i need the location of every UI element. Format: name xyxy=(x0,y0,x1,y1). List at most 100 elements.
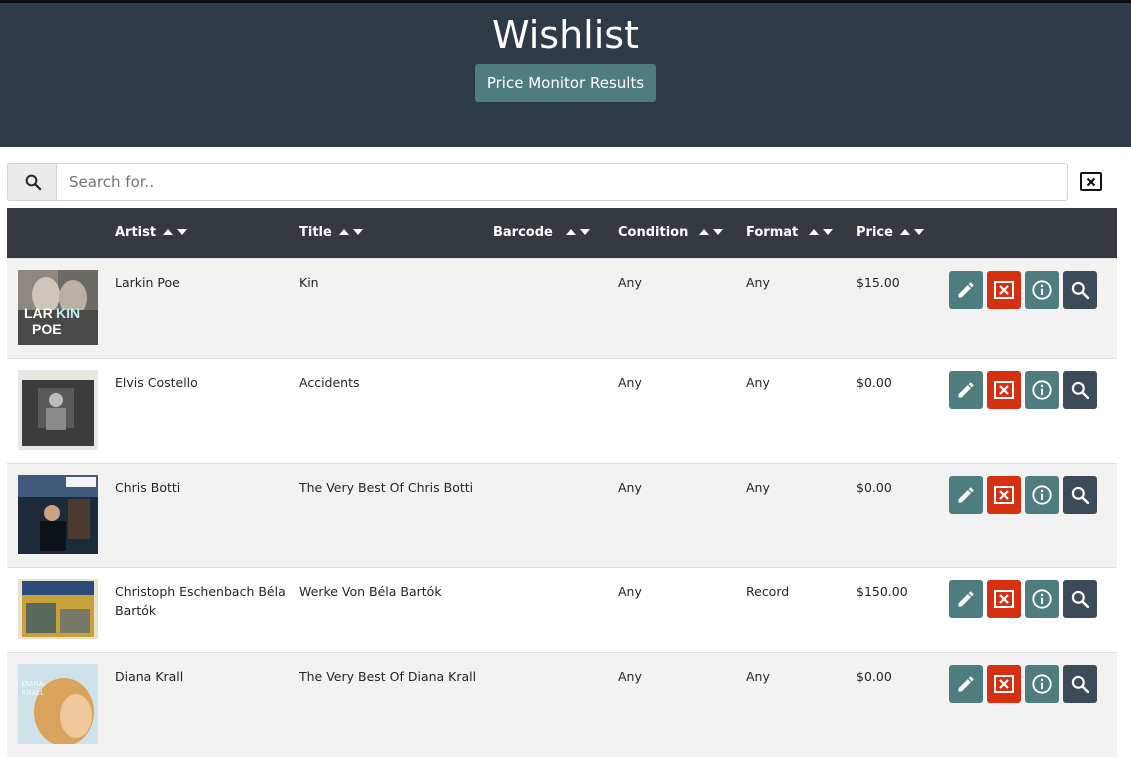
column-header-title[interactable]: Title xyxy=(299,208,493,258)
search-icon xyxy=(7,163,57,201)
cell-barcode xyxy=(493,567,618,652)
close-box-icon xyxy=(994,280,1014,299)
album-cover xyxy=(18,474,115,554)
wishlist-table: Artist Title Barcode Condition Format Pr… xyxy=(7,208,1117,757)
pencil-icon xyxy=(958,590,974,606)
page-header: Wishlist Price Monitor Results xyxy=(0,3,1131,147)
cell-condition: Any xyxy=(618,274,642,290)
cell-price: $15.00 xyxy=(856,274,900,290)
cell-condition: Any xyxy=(618,479,642,495)
sort-arrows-icon[interactable] xyxy=(338,225,364,240)
delete-button[interactable] xyxy=(987,475,1021,514)
sort-arrows-icon[interactable] xyxy=(162,225,188,240)
info-icon xyxy=(1032,379,1052,400)
svg-text:DIANA: DIANA xyxy=(22,681,44,688)
lookup-button[interactable] xyxy=(1063,370,1097,409)
cell-condition: Any xyxy=(618,374,642,390)
cell-barcode xyxy=(493,358,618,463)
table-row: Chris Botti The Very Best Of Chris Botti… xyxy=(7,463,1117,567)
edit-button[interactable] xyxy=(949,475,983,514)
info-button[interactable] xyxy=(1025,370,1059,409)
info-icon xyxy=(1032,673,1052,694)
cell-format: Any xyxy=(746,274,770,290)
edit-button[interactable] xyxy=(949,270,983,309)
cell-title: The Very Best Of Chris Botti xyxy=(299,479,474,495)
table-row: DIANA KRALL Diana Krall The Very Best Of … xyxy=(7,652,1117,757)
cell-barcode xyxy=(493,652,618,757)
cell-price: $150.00 xyxy=(856,583,908,599)
close-box-icon xyxy=(994,485,1014,504)
info-icon xyxy=(1032,484,1052,505)
info-button[interactable] xyxy=(1025,270,1059,309)
magnifier-icon xyxy=(1071,486,1090,504)
delete-button[interactable] xyxy=(987,579,1021,618)
column-header-artist[interactable]: Artist xyxy=(115,208,299,258)
sort-arrows-icon[interactable] xyxy=(899,225,925,240)
sort-arrows-icon[interactable] xyxy=(698,225,724,240)
table-row: LAR KIN POE Larkin Poe Kin Any Any $15.00 xyxy=(7,258,1117,358)
close-box-icon xyxy=(994,589,1014,608)
cell-price: $0.00 xyxy=(856,374,892,390)
cell-barcode xyxy=(493,463,618,567)
sort-arrows-icon[interactable] xyxy=(808,225,834,240)
pencil-icon xyxy=(958,281,974,297)
table-row: Elvis Costello Accidents Any Any $0.00 xyxy=(7,358,1117,463)
info-button[interactable] xyxy=(1025,664,1059,703)
cell-condition: Any xyxy=(618,668,642,684)
cell-price: $0.00 xyxy=(856,479,892,495)
cell-format: Record xyxy=(746,583,790,599)
cell-title: Kin xyxy=(299,274,319,290)
cell-format: Any xyxy=(746,479,770,495)
magnifier-icon xyxy=(1071,381,1090,399)
edit-button[interactable] xyxy=(949,579,983,618)
delete-button[interactable] xyxy=(987,664,1021,703)
edit-button[interactable] xyxy=(949,664,983,703)
search-input[interactable] xyxy=(56,163,1068,201)
price-monitor-results-button[interactable]: Price Monitor Results xyxy=(474,64,657,102)
cell-condition: Any xyxy=(618,583,642,599)
cell-artist: Larkin Poe xyxy=(115,274,180,290)
album-cover xyxy=(18,369,115,450)
column-header-price[interactable]: Price xyxy=(856,208,949,258)
cell-artist: Christoph Eschenbach Béla Bartók xyxy=(115,583,286,618)
album-cover: DIANA KRALL xyxy=(18,663,115,744)
column-header-format[interactable]: Format xyxy=(746,208,856,258)
pencil-icon xyxy=(958,486,974,502)
info-button[interactable] xyxy=(1025,475,1059,514)
magnifier-icon xyxy=(1071,281,1090,299)
cell-format: Any xyxy=(746,374,770,390)
pencil-icon xyxy=(958,675,974,691)
edit-button[interactable] xyxy=(949,370,983,409)
close-box-icon xyxy=(994,674,1014,693)
cell-title: Werke Von Béla Bartók xyxy=(299,583,442,599)
album-cover: LAR KIN POE xyxy=(18,269,115,345)
column-header-condition[interactable]: Condition xyxy=(618,208,746,258)
cell-artist: Elvis Costello xyxy=(115,374,198,390)
info-button[interactable] xyxy=(1025,579,1059,618)
magnifier-icon xyxy=(1071,675,1090,693)
delete-button[interactable] xyxy=(987,270,1021,309)
cell-title: Accidents xyxy=(299,374,360,390)
svg-text:LAR: LAR xyxy=(24,305,53,321)
search-bar xyxy=(7,163,1117,201)
magnifier-icon xyxy=(1071,590,1090,608)
cell-barcode xyxy=(493,258,618,358)
delete-button[interactable] xyxy=(987,370,1021,409)
cell-artist: Chris Botti xyxy=(115,479,181,495)
lookup-button[interactable] xyxy=(1063,664,1097,703)
pencil-icon xyxy=(958,381,974,397)
album-cover xyxy=(18,578,115,639)
table-header-row: Artist Title Barcode Condition Format Pr… xyxy=(7,208,1117,258)
clear-search-icon[interactable] xyxy=(1080,172,1102,191)
cell-price: $0.00 xyxy=(856,668,892,684)
lookup-button[interactable] xyxy=(1063,270,1097,309)
page-title: Wishlist xyxy=(492,13,639,57)
lookup-button[interactable] xyxy=(1063,475,1097,514)
sort-arrows-icon[interactable] xyxy=(565,225,591,240)
lookup-button[interactable] xyxy=(1063,579,1097,618)
column-header-barcode[interactable]: Barcode xyxy=(493,208,618,258)
table-row: Christoph Eschenbach Béla Bartók Werke V… xyxy=(7,567,1117,652)
svg-text:POE: POE xyxy=(32,321,62,337)
close-box-icon xyxy=(994,380,1014,399)
svg-text:KRALL: KRALL xyxy=(22,690,44,697)
